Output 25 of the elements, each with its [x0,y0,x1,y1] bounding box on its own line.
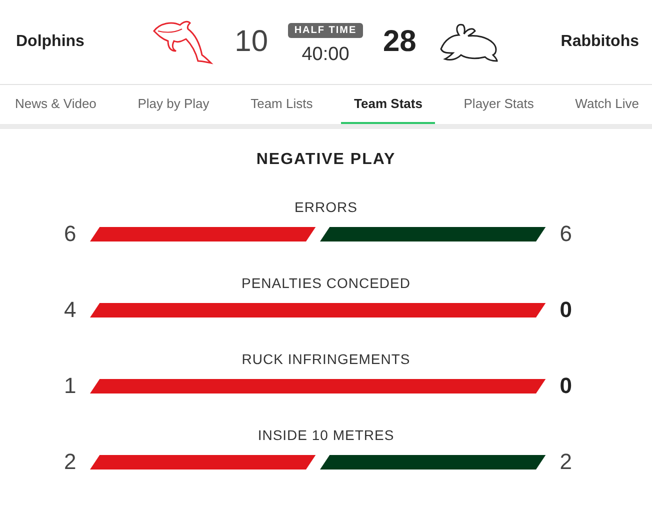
stat-value: 4 [64,297,78,323]
team-name: Dolphins [16,33,86,51]
stat-value: 1 [64,373,78,399]
dolphin-icon [150,18,214,66]
team-score: 10 [234,25,270,59]
tab[interactable]: Watch Live [562,85,639,124]
stat-label: ERRORS [294,199,358,215]
stat-label: INSIDE 10 METRES [256,427,396,443]
stat-label: RUCK INFRINGEMENTS [240,351,412,367]
team-name: Rabbitohs [560,33,639,51]
tab[interactable]: Player Stats [450,85,547,124]
stat-value: 2 [558,449,572,475]
tab[interactable]: News & Video [15,85,110,124]
stat-label: PENALTIES CONCEDED [240,275,412,291]
tab[interactable]: Team Lists [238,85,326,124]
team-score: 28 [382,25,418,59]
section-title: NEGATIVE PLAY [255,151,397,169]
status-badge: HALF TIME [288,22,363,38]
stat-value: 0 [558,373,572,399]
stat-value: 6 [558,221,572,247]
tab[interactable]: Play by Play [124,85,222,124]
match-clock: 40:00 [302,44,350,66]
stat-value: 0 [558,297,572,323]
stat-value: 6 [64,221,78,247]
stat-value: 2 [64,449,78,475]
